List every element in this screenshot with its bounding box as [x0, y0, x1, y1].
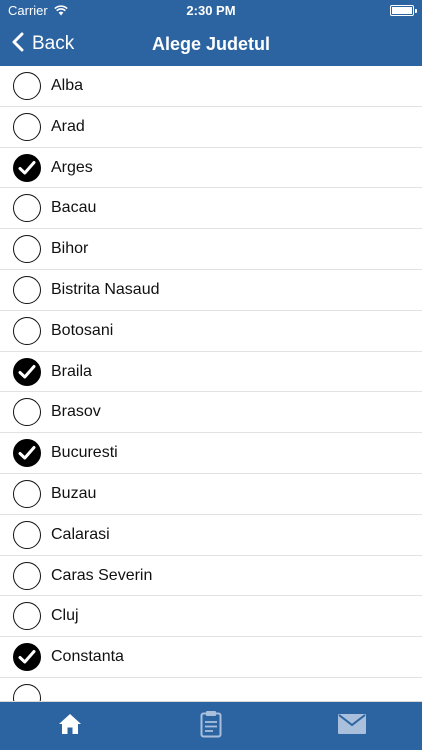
nav-bar: Back Alege Judetul: [0, 22, 422, 66]
list-item-label: Braila: [51, 362, 92, 380]
back-label: Back: [32, 33, 75, 54]
list-item-label: Brasov: [51, 403, 101, 421]
checked-circle-icon[interactable]: [13, 643, 41, 672]
list-item[interactable]: Braila: [0, 352, 422, 393]
header: Carrier 2:30 PM Back Alege Judetul: [0, 0, 422, 66]
mail-icon: [337, 713, 367, 740]
checked-circle-icon[interactable]: [13, 439, 41, 468]
chevron-left-icon: [12, 32, 24, 57]
list-item[interactable]: Calarasi: [0, 515, 422, 556]
list-item[interactable]: Brasov: [0, 392, 422, 434]
unchecked-circle-icon[interactable]: [13, 520, 41, 549]
list-item[interactable]: Buzau: [0, 474, 422, 515]
list-item[interactable]: Arges: [0, 148, 422, 189]
county-list: Alba Arad Arges Bacau Bihor Bistrita Nasaud Bo…: [0, 66, 422, 701]
list-item-label: Botosani: [51, 321, 114, 339]
tab-bar: [0, 701, 422, 750]
unchecked-circle-icon[interactable]: [13, 561, 41, 590]
list-item-label: Alba: [51, 77, 84, 94]
list-item-label: Cluj: [51, 607, 79, 625]
unchecked-circle-icon[interactable]: [13, 479, 41, 508]
list-item-label: Arad: [51, 117, 85, 135]
list-item[interactable]: Arad: [0, 107, 422, 148]
list-item[interactable]: Bucuresti: [0, 433, 422, 474]
list-item-label: Calarasi: [51, 525, 110, 543]
unchecked-circle-icon[interactable]: [13, 683, 41, 701]
unchecked-circle-icon[interactable]: [13, 398, 41, 427]
status-bar: Carrier 2:30 PM: [0, 0, 422, 22]
list-item[interactable]: Alba: [0, 66, 422, 107]
unchecked-circle-icon[interactable]: [13, 316, 41, 345]
list-item-label: Caras Severin: [51, 566, 153, 584]
list-item[interactable]: Bistrita Nasaud: [0, 270, 422, 311]
list-item[interactable]: Caras Severin: [0, 556, 422, 597]
unchecked-circle-icon[interactable]: [13, 602, 41, 631]
checked-circle-icon[interactable]: [13, 357, 41, 386]
list-item[interactable]: Botosani: [0, 311, 422, 352]
list-item-label: Bacau: [51, 199, 97, 217]
list-item[interactable]: Constanta: [0, 637, 422, 678]
list-item[interactable]: [0, 678, 422, 701]
list-item-label: Bihor: [51, 240, 89, 258]
list-item[interactable]: Bihor: [0, 229, 422, 270]
unchecked-circle-icon[interactable]: [13, 235, 41, 264]
unchecked-circle-icon[interactable]: [13, 194, 41, 223]
unchecked-circle-icon[interactable]: [13, 275, 41, 304]
clock: 2:30 PM: [186, 3, 236, 18]
tab-home[interactable]: [0, 702, 140, 750]
clipboard-icon: [200, 710, 222, 743]
unchecked-circle-icon[interactable]: [13, 72, 41, 100]
list-item-label: Bucuresti: [51, 444, 118, 462]
list-item[interactable]: Bacau: [0, 188, 422, 230]
list-item-label: Constanta: [51, 648, 124, 666]
list-item[interactable]: Cluj: [0, 596, 422, 638]
back-button[interactable]: Back: [6, 22, 80, 66]
tab-mail[interactable]: [282, 702, 422, 750]
checked-circle-icon[interactable]: [13, 153, 41, 182]
home-icon: [58, 713, 82, 740]
list-item-label: Arges: [51, 158, 93, 176]
list-item-label: Buzau: [51, 484, 97, 502]
battery-icon: [390, 5, 417, 16]
tab-clipboard[interactable]: [141, 702, 281, 750]
list-item-label: Bistrita Nasaud: [51, 280, 160, 298]
unchecked-circle-icon[interactable]: [13, 112, 41, 141]
